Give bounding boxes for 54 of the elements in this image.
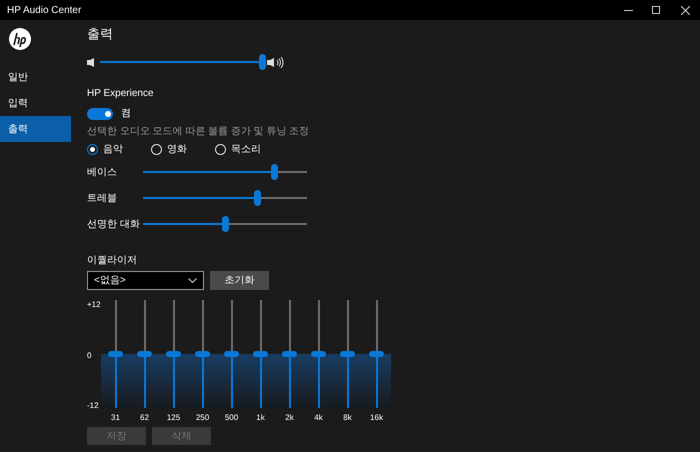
sidebar-item[interactable]: 입력	[0, 90, 71, 116]
band-thumb[interactable]	[224, 351, 239, 357]
slider-thumb[interactable]	[258, 54, 266, 70]
toggle-label: 켬	[121, 107, 131, 121]
frequency-label: 1k	[256, 412, 265, 424]
slider-label: 트레블	[87, 192, 118, 206]
band-thumb[interactable]	[369, 351, 384, 357]
band-thumb[interactable]	[253, 351, 268, 357]
band-glow	[362, 354, 391, 408]
sidebar-item[interactable]: 일반	[0, 64, 71, 90]
description: 선택한 오디오 모드에 따른 볼륨 증가 및 튜닝 조정	[87, 125, 310, 139]
slider-thumb[interactable]	[222, 216, 228, 232]
chevron-down-icon	[188, 278, 197, 283]
slider-label: 베이스	[87, 166, 118, 180]
radio-button[interactable]	[87, 144, 98, 155]
toggle-switch[interactable]	[87, 108, 113, 120]
radio-option[interactable]: 목소리	[215, 142, 279, 157]
band-thumb[interactable]	[340, 351, 355, 357]
frequency-label: 125	[166, 412, 180, 424]
slider-thumb[interactable]	[254, 190, 262, 206]
reset-button[interactable]: 초기화	[210, 271, 269, 290]
band-glow	[101, 354, 130, 408]
maximize-icon	[652, 6, 660, 14]
frequency-label: 2k	[285, 412, 294, 424]
frequency-label: 62	[140, 412, 149, 424]
band-thumb[interactable]	[311, 351, 326, 357]
section-title: HP Experience	[87, 87, 155, 101]
sidebar-item[interactable]: 출력	[0, 116, 71, 142]
band-thumb[interactable]	[195, 351, 210, 357]
scale-label: 0	[87, 350, 92, 360]
frequency-label: 31	[111, 412, 120, 424]
frequency-label: 8k	[343, 412, 352, 424]
slider-label: 선명한 대화	[87, 218, 141, 232]
scale-label: +12	[87, 300, 101, 309]
band-thumb[interactable]	[282, 351, 297, 357]
speaker-loud-icon	[267, 56, 285, 68]
band-thumb[interactable]	[108, 351, 123, 357]
band-thumb[interactable]	[166, 351, 181, 357]
window-title: HP Audio Center	[7, 4, 82, 18]
frequency-label: 250	[196, 412, 210, 424]
scale-label: -12	[87, 401, 100, 410]
frequency-label: 16k	[370, 412, 383, 424]
radio-option[interactable]: 음악	[87, 142, 151, 157]
frequency-label: 500	[224, 412, 238, 424]
preset-dropdown[interactable]: <없음>	[87, 271, 204, 290]
frequency-label: 4k	[314, 412, 323, 424]
section-title: 이퀄라이저	[87, 254, 138, 268]
close-icon	[680, 6, 690, 14]
speaker-icon	[87, 58, 95, 66]
slider-thumb[interactable]	[270, 164, 278, 180]
band-thumb[interactable]	[137, 351, 152, 357]
radio-option[interactable]: 영화	[151, 142, 215, 157]
page-title: 출력	[87, 25, 114, 43]
logo-icon	[9, 28, 31, 50]
